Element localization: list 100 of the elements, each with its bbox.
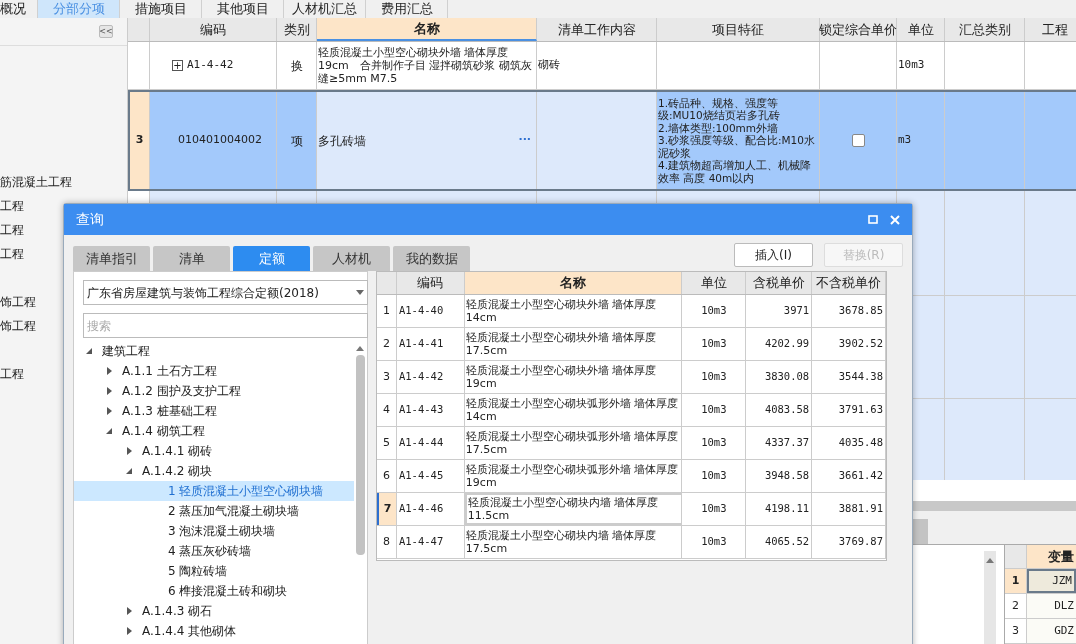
library-dropdown[interactable]: 广东省房屋建筑与装饰工程综合定额(2018) (83, 280, 368, 305)
module-tab[interactable]: 概况 (0, 0, 38, 18)
column-header[interactable]: 编码 (396, 272, 465, 294)
column-header[interactable]: 工程 (1025, 18, 1076, 41)
tree-item[interactable]: 1 轻质混凝土小型空心砌块墙 (74, 481, 354, 501)
grid-row[interactable]: 4 A1-4-43 轻质混凝土小型空心砌块弧形外墙 墙体厚度 14cm 10m3 4083.58 3791.63 (377, 394, 886, 427)
tree-item[interactable]: 4 蒸压灰砂砖墙 (74, 541, 354, 561)
tree-item[interactable]: 建筑工程 (74, 341, 354, 361)
maximize-icon[interactable] (868, 215, 878, 224)
column-header[interactable]: 锁定综合单价 (820, 18, 897, 41)
tree-item[interactable]: A.1.4.1 砌砖 (74, 441, 354, 461)
tree-item[interactable]: 筋混凝土工程 (0, 174, 72, 190)
collapsed-triangle-icon[interactable] (105, 407, 113, 415)
tree-item[interactable]: 工程 (0, 222, 24, 238)
table-cell: 轻质混凝土小型空心砌块外墙 墙体厚度 17.5cm (464, 328, 683, 360)
table-cell: 4198.11 (746, 493, 813, 525)
close-icon[interactable] (890, 214, 900, 225)
scrollbar-thumb[interactable] (355, 355, 365, 555)
tree-item[interactable]: 6 榫接混凝土砖和砌块 (74, 581, 354, 601)
dialog-tab[interactable]: 清单 (153, 246, 230, 271)
scroll-up-arrow-icon[interactable] (986, 557, 994, 563)
collapsed-triangle-icon[interactable] (105, 367, 113, 375)
tree-item[interactable]: A.1.3 桩基础工程 (74, 401, 354, 421)
column-header[interactable]: 编码 (150, 18, 277, 41)
column-header[interactable]: 汇总类别 (945, 18, 1025, 41)
dialog-tab[interactable]: 清单指引 (73, 246, 150, 271)
row-number: 8 (377, 526, 397, 558)
expanded-triangle-icon[interactable] (125, 467, 133, 475)
table-cell: 3902.52 (812, 328, 886, 360)
table-cell: A1-4-42 (396, 361, 465, 393)
tree-item[interactable]: A.1.4 砌筑工程 (74, 421, 354, 441)
column-header[interactable]: 变量 (1027, 545, 1076, 568)
scroll-up-arrow-icon[interactable] (356, 345, 364, 351)
table-cell: 1.砖品种、规格、强度等级:MU10烧结页岩多孔砖 2.墙体类型:100mm外墙 3.砂浆强度等级、配合比:M10水泥砂浆 4.建筑物超高增加人工、机械降效率 高度 40m以内 (657, 92, 820, 189)
grid-row[interactable]: 2 DLZ (1005, 594, 1076, 619)
tree-item[interactable]: 2 蒸压加气混凝土砌块墙 (74, 501, 354, 521)
expanded-triangle-icon[interactable] (85, 347, 93, 355)
cell-text: 多孔砖墙 (318, 132, 366, 150)
row-number: 3 (377, 361, 397, 393)
grid-row[interactable]: 3 A1-4-42 轻质混凝土小型空心砌块外墙 墙体厚度 19cm 10m3 3830.08 3544.38 (377, 361, 886, 394)
dropdown-caret-icon (356, 290, 364, 295)
table-cell: 4337.37 (746, 427, 813, 459)
scrollbar[interactable] (984, 551, 996, 644)
row-number: 7 (377, 493, 397, 525)
collapsed-triangle-icon[interactable] (125, 607, 133, 615)
table-cell: 轻质混凝土小型空心砌块弧形外墙 墙体厚度 14cm (464, 394, 683, 426)
dialog-tab[interactable]: 我的数据 (393, 246, 470, 271)
grid-row[interactable]: 5 A1-4-44 轻质混凝土小型空心砌块弧形外墙 墙体厚度 17.5cm 10m3 4337.37 4035.48 (377, 427, 886, 460)
column-header[interactable]: 含税单价 (746, 272, 813, 294)
column-header[interactable]: 单位 (682, 272, 747, 294)
tree-item[interactable]: 工程 (0, 198, 24, 214)
column-header[interactable]: 项目特征 (657, 18, 820, 41)
collapsed-triangle-icon[interactable] (105, 387, 113, 395)
grid-row[interactable]: 3 GDZ (1005, 619, 1076, 644)
tree-item[interactable]: 5 陶粒砖墙 (74, 561, 354, 581)
table-cell: JZM (1027, 569, 1076, 593)
tree-item[interactable]: A.1.1 土石方工程 (74, 361, 354, 381)
table-cell: A1-4-45 (396, 460, 465, 492)
lock-checkbox[interactable] (851, 134, 865, 147)
tree-item[interactable]: 3 泡沫混凝土砌块墙 (74, 521, 354, 541)
tree-item[interactable]: A.1.4.4 其他砌体 (74, 621, 354, 641)
tree-item[interactable]: 饰工程 (0, 318, 36, 334)
table-cell: 10m3 (682, 526, 747, 558)
table-cell: 3544.38 (812, 361, 886, 393)
tree-item[interactable]: 工程 (0, 246, 24, 262)
tree-item[interactable]: A.1.4.2 砌块 (74, 461, 354, 481)
grid-row[interactable]: 8 A1-4-47 轻质混凝土小型空心砌块内墙 墙体厚度 17.5cm 10m3 4065.52 3769.87 (377, 526, 886, 559)
search-field[interactable]: 搜索 (83, 313, 368, 338)
table-cell: GDZ (1027, 619, 1076, 643)
grid-row[interactable]: 6 A1-4-45 轻质混凝土小型空心砌块弧形外墙 墙体厚度 19cm 10m3 3948.58 3661.42 (377, 460, 886, 493)
column-header[interactable]: 不含税单价 (812, 272, 886, 294)
table-cell: 轻质混凝土小型空心砌块外墙 墙体厚度19cm 合并制作子目 湿拌砌筑砂浆 砌筑灰缝≥5mm M7.5 (317, 42, 537, 89)
grid-row[interactable]: 3 010401004002 项 多孔砖墙 ··· 1.砖品种、规格、强度等级:MU10烧结页岩多孔砖 2.墙体类型:100mm外墙 3.砂浆强度等级、配合比:M10水泥砂浆 4.建筑物超高增加人工、机械降效率 高度 40m以内 m3 (128, 90, 1076, 191)
grid-row[interactable]: + A1-4-42 换 轻质混凝土小型空心砌块外墙 墙体厚度19cm 合并制作子目 湿拌砌筑砂浆 砌筑灰缝≥5mm M7.5 砌砖 10m3 (128, 42, 1076, 90)
tree-item[interactable]: 饰工程 (0, 294, 36, 310)
collapse-button[interactable]: << (99, 25, 113, 38)
column-header[interactable]: 清单工作内容 (537, 18, 657, 41)
action-button[interactable]: 插入(I) (734, 243, 813, 267)
column-header[interactable]: 名称 (317, 18, 537, 41)
tree-item[interactable]: A.1.4.3 砌石 (74, 601, 354, 621)
expanded-triangle-icon[interactable] (105, 427, 113, 435)
table-cell: 3791.63 (812, 394, 886, 426)
tree-item[interactable]: A.1.2 围护及支护工程 (74, 381, 354, 401)
grid-row[interactable]: 1 JZM (1005, 569, 1076, 594)
grid-row[interactable]: 1 A1-4-40 轻质混凝土小型空心砌块外墙 墙体厚度 14cm 10m3 3971 3678.85 (377, 295, 886, 328)
grid-row[interactable]: 7 A1-4-46 轻质混凝土小型空心砌块内墙 墙体厚度 11.5cm 10m3 4198.11 3881.91 (377, 493, 886, 526)
table-cell: 轻质混凝土小型空心砌块弧形外墙 墙体厚度 17.5cm (464, 427, 683, 459)
dialog-tab[interactable]: 人材机 (313, 246, 390, 271)
tree-item[interactable]: 工程 (0, 366, 24, 382)
more-button[interactable]: ··· (518, 132, 531, 149)
table-cell: A1-4-40 (396, 295, 465, 327)
column-header[interactable]: 单位 (897, 18, 945, 41)
row-number: 3 (130, 92, 150, 189)
grid-row[interactable]: 2 A1-4-41 轻质混凝土小型空心砌块外墙 墙体厚度 17.5cm 10m3 4202.99 3902.52 (377, 328, 886, 361)
collapsed-triangle-icon[interactable] (125, 627, 133, 635)
column-header[interactable]: 名称 (464, 272, 683, 294)
dialog-title: 查询 (76, 210, 104, 229)
table-cell: 4065.52 (746, 526, 813, 558)
collapsed-triangle-icon[interactable] (125, 447, 133, 455)
expand-toggle[interactable]: + (172, 60, 183, 71)
